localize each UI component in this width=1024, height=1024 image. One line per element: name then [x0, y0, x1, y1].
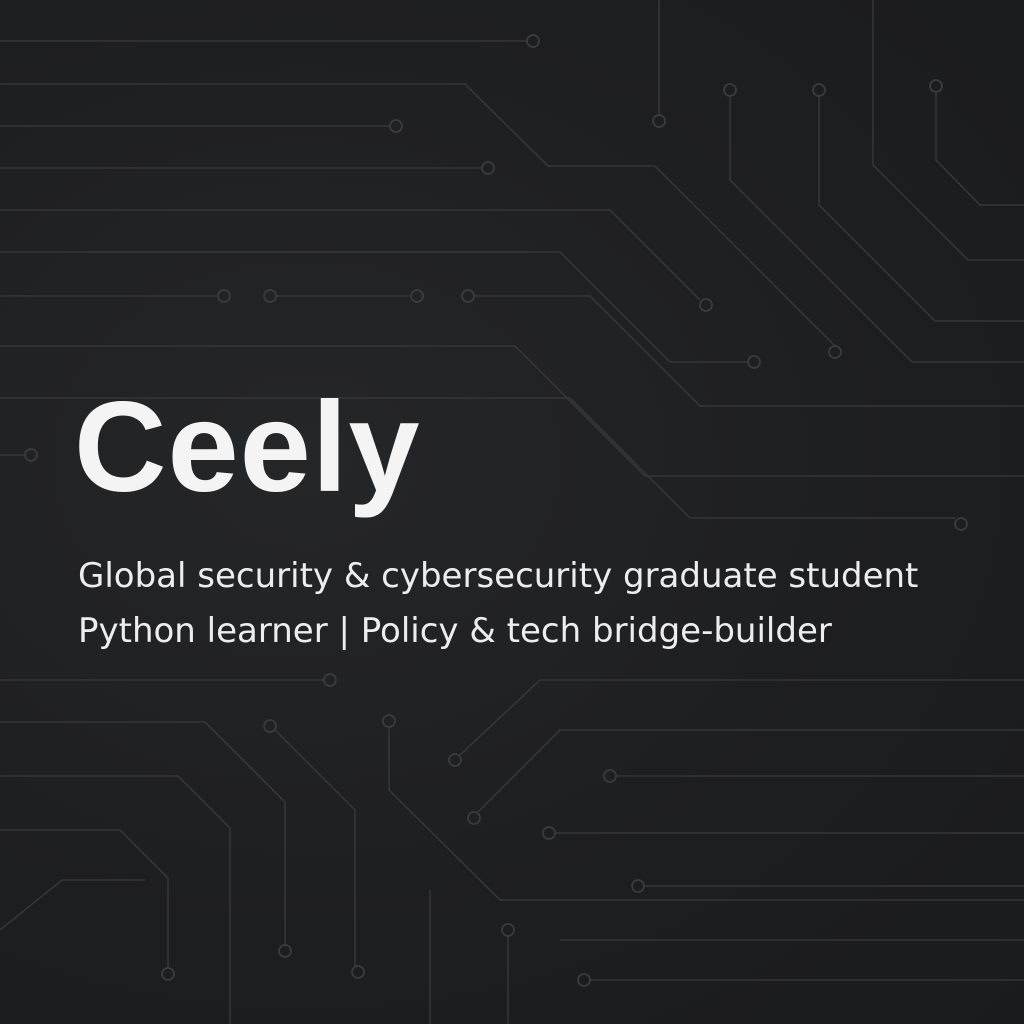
profile-banner: Ceely Global security & cybersecurity gr… — [0, 0, 1024, 1024]
tagline-line-2: Python learner | Policy & tech bridge-bu… — [78, 611, 832, 651]
profile-name: Ceely — [74, 376, 421, 519]
tagline-line-1: Global security & cybersecurity graduate… — [78, 556, 919, 596]
